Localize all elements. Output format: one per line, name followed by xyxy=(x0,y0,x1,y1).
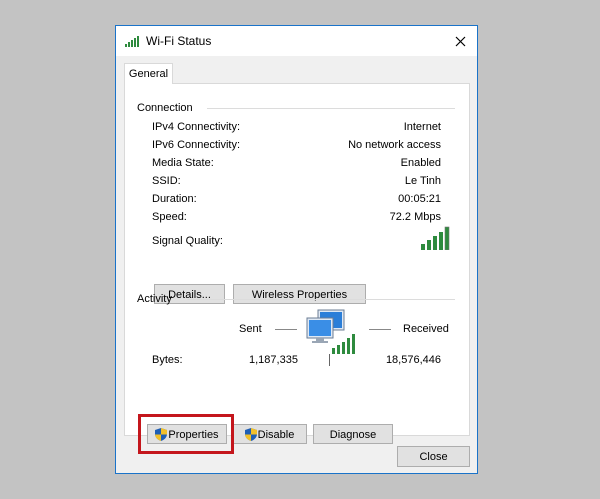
received-line xyxy=(369,329,391,330)
duration-label: Duration: xyxy=(152,193,197,205)
close-button[interactable]: Close xyxy=(397,446,470,467)
tab-general[interactable]: General xyxy=(124,63,173,84)
ssid-value: Le Tinh xyxy=(404,175,441,187)
close-icon xyxy=(455,36,465,46)
speed-label: Speed: xyxy=(152,211,187,223)
general-tab-panel: Connection IPv4 Connectivity: Internet I… xyxy=(124,83,470,454)
signal-quality-icon xyxy=(421,226,451,253)
wireless-properties-button[interactable]: Wireless Properties xyxy=(233,284,366,304)
activity-separator xyxy=(329,354,330,366)
connection-heading: Connection xyxy=(137,102,193,114)
window-title: Wi-Fi Status xyxy=(146,34,212,48)
activity-divider xyxy=(187,299,455,300)
bytes-label: Bytes: xyxy=(152,354,183,366)
activity-heading: Activity xyxy=(137,293,172,305)
sent-label: Sent xyxy=(239,323,262,335)
uac-shield-icon xyxy=(155,428,168,447)
ipv4-value: Internet xyxy=(403,121,441,133)
ipv6-label: IPv6 Connectivity: xyxy=(152,139,241,151)
received-label: Received xyxy=(403,323,449,335)
sent-line xyxy=(275,329,297,330)
ipv4-label: IPv4 Connectivity: xyxy=(152,121,241,133)
properties-button[interactable]: Properties xyxy=(147,424,227,444)
connection-divider xyxy=(207,108,455,109)
disable-button[interactable]: Disable xyxy=(232,424,307,444)
bytes-sent-value: 1,187,335 xyxy=(249,354,298,366)
network-computers-icon xyxy=(305,308,357,359)
ipv6-value: No network access xyxy=(348,139,441,151)
title-bar[interactable]: Wi-Fi Status xyxy=(116,26,477,56)
media-state-label: Media State: xyxy=(152,157,214,169)
bytes-received-value: 18,576,446 xyxy=(385,354,441,366)
ssid-label: SSID: xyxy=(152,175,181,187)
uac-shield-icon xyxy=(244,428,257,447)
diagnose-button[interactable]: Diagnose xyxy=(313,424,393,444)
properties-button-label: Properties xyxy=(168,429,219,441)
wifi-status-window: Wi-Fi Status General Connection IPv4 Con… xyxy=(115,25,478,474)
close-window-button[interactable] xyxy=(443,26,477,56)
disable-button-label: Disable xyxy=(257,429,295,441)
wifi-signal-icon xyxy=(125,35,141,50)
duration-value: 00:05:21 xyxy=(398,193,441,205)
media-state-value: Enabled xyxy=(400,157,441,169)
signal-quality-label: Signal Quality: xyxy=(152,235,223,247)
speed-value: 72.2 Mbps xyxy=(389,211,441,223)
